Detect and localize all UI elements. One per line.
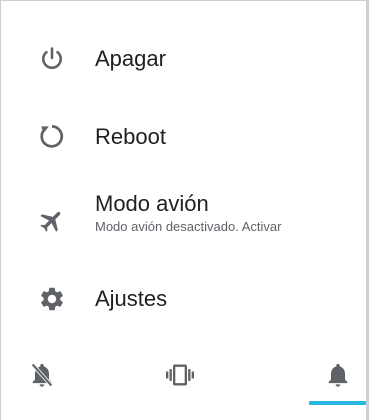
- gear-icon: [36, 283, 68, 315]
- settings-label: Ajustes: [95, 286, 168, 311]
- bell-off-icon: [28, 361, 56, 394]
- power-icon: [36, 43, 68, 75]
- bell-icon: [324, 361, 352, 394]
- sound-ring-button[interactable]: [308, 349, 368, 405]
- airplane-mode-item[interactable]: Modo avión Modo avión desactivado. Activ…: [0, 189, 366, 249]
- power-menu-dialog: Apagar Reboot Modo avión Modo avión desa…: [0, 0, 369, 420]
- settings-item[interactable]: Ajustes: [0, 279, 366, 319]
- power-off-item[interactable]: Apagar: [0, 39, 366, 79]
- airplane-icon: [36, 205, 68, 237]
- reboot-item[interactable]: Reboot: [0, 117, 366, 157]
- power-off-label: Apagar: [95, 46, 166, 71]
- airplane-mode-status: Modo avión desactivado. Activar: [95, 219, 282, 234]
- sound-vibrate-button[interactable]: [150, 349, 210, 405]
- selected-sound-mode-indicator: [309, 401, 367, 405]
- reboot-icon: [36, 121, 68, 153]
- airplane-mode-label: Modo avión: [95, 191, 209, 216]
- sound-mute-button[interactable]: [12, 349, 72, 405]
- vibrate-icon: [166, 361, 194, 394]
- reboot-label: Reboot: [95, 124, 166, 149]
- sound-mode-bar: [0, 349, 366, 405]
